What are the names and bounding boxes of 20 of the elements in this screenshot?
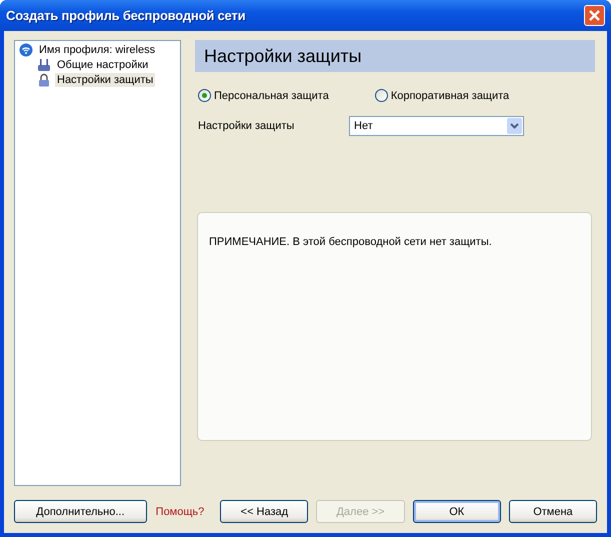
wireless-icon xyxy=(19,43,33,57)
tree-item[interactable]: Настройки защиты xyxy=(55,73,156,87)
dialog-button[interactable]: Отмена xyxy=(508,500,598,523)
lock-icon xyxy=(37,73,51,87)
window-title: Создать профиль беспроводной сети xyxy=(6,8,246,23)
dialog-button[interactable]: << Назад xyxy=(220,500,308,523)
close-icon xyxy=(588,9,601,22)
section-heading: Настройки защиты xyxy=(195,40,595,72)
tree-item[interactable]: Имя профиля: wireless xyxy=(37,43,158,57)
radio-option[interactable]: Персональная защита xyxy=(198,89,329,102)
close-button[interactable] xyxy=(584,5,605,26)
field-label: Настройки защиты xyxy=(198,120,296,132)
router-icon xyxy=(37,58,51,72)
help-link[interactable]: Помощь? xyxy=(156,506,204,518)
note-text: ПРИМЕЧАНИЕ. В этой беспроводной сети нет защиты. xyxy=(209,236,492,248)
radio-option[interactable]: Корпоративная защита xyxy=(374,89,510,102)
security-dropdown[interactable]: Нет xyxy=(349,116,524,136)
advanced-button[interactable]: Дополнительно... xyxy=(14,500,147,523)
tree-item[interactable]: Общие настройки xyxy=(55,58,150,72)
dialog-button[interactable]: ОК xyxy=(412,500,501,523)
